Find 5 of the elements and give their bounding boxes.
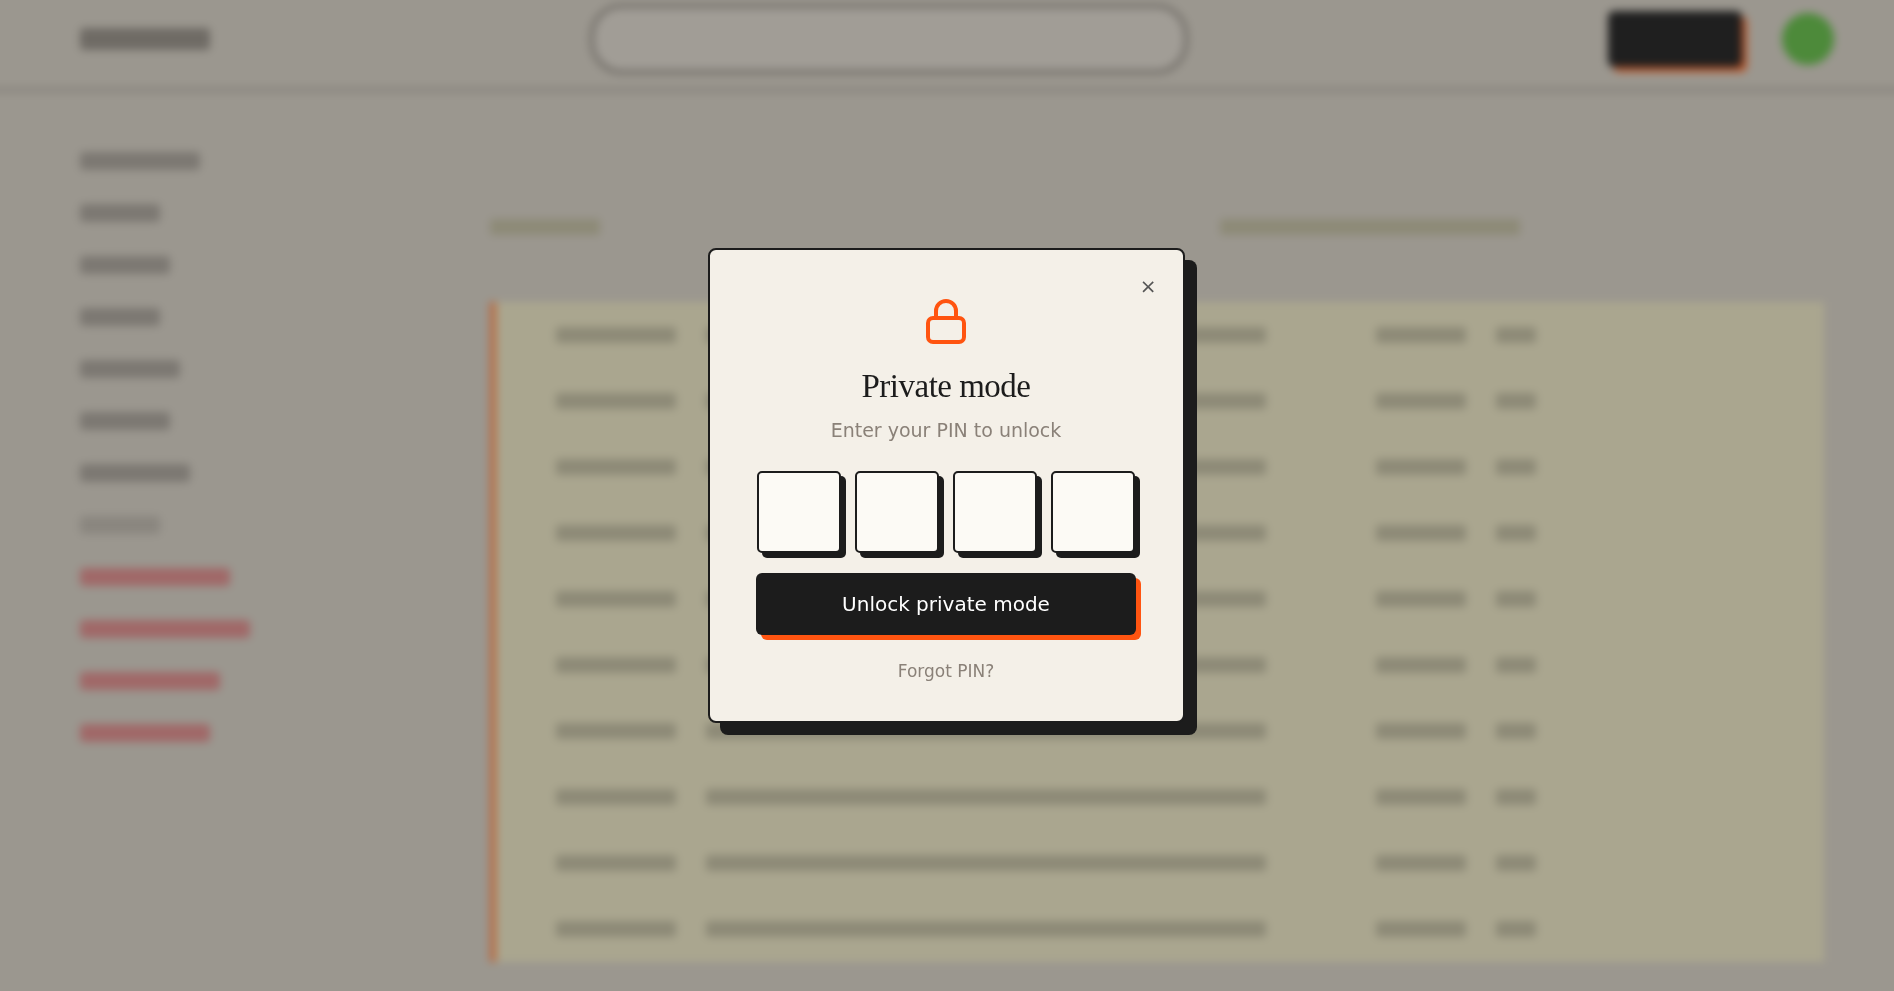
forgot-pin-link[interactable]: Forgot PIN? bbox=[897, 661, 995, 681]
padlock-icon bbox=[926, 298, 966, 344]
close-button[interactable]: × bbox=[1135, 274, 1161, 298]
dialog-subtitle: Enter your PIN to unlock bbox=[830, 419, 1062, 441]
dialog-title: Private mode bbox=[861, 368, 1031, 405]
